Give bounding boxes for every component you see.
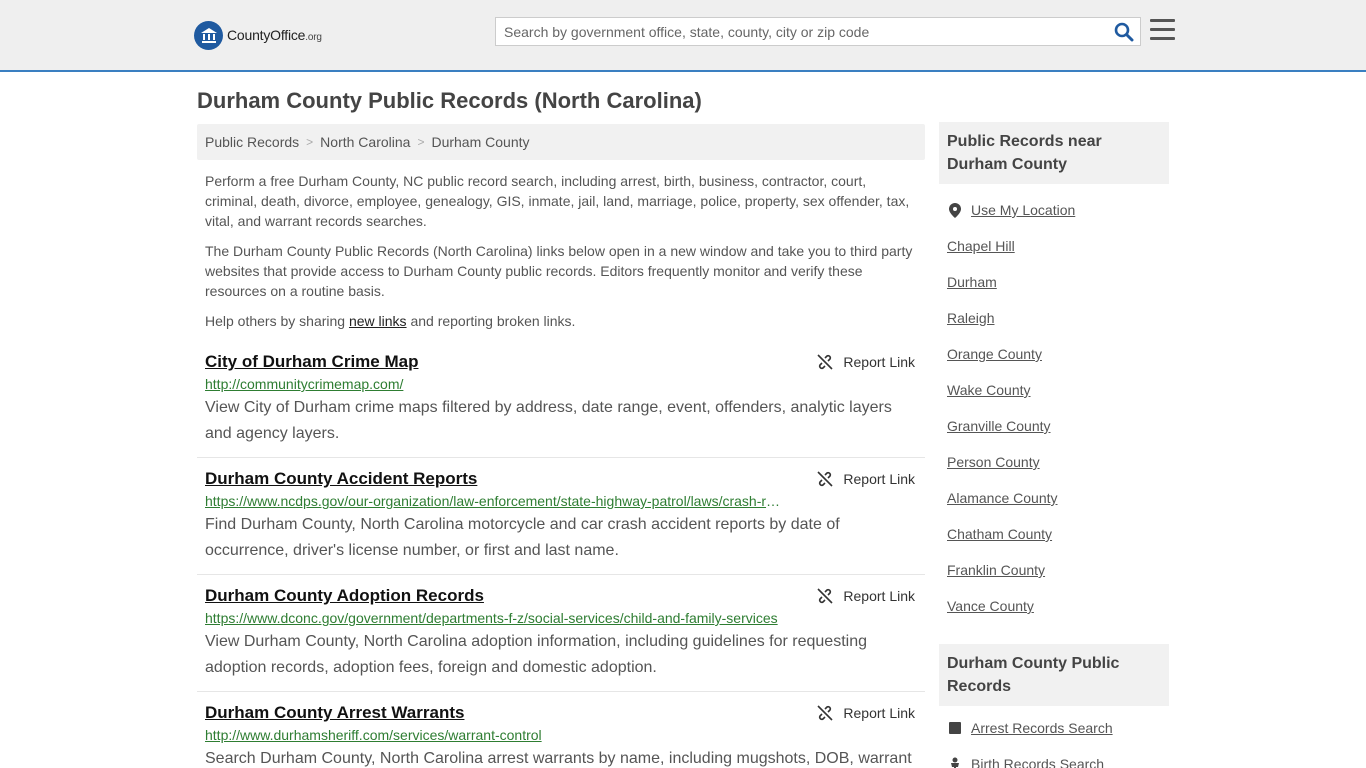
nearby-link[interactable]: Alamance County xyxy=(947,480,1161,516)
map-pin-icon xyxy=(947,202,963,218)
record-title-link[interactable]: Durham County Adoption Records xyxy=(205,585,484,607)
report-link-button[interactable]: Report Link xyxy=(817,702,915,724)
record-title-link[interactable]: City of Durham Crime Map xyxy=(205,351,418,373)
county-records-list: Arrest Records Search Birth Records Sear… xyxy=(939,706,1169,768)
intro-paragraph-3: Help others by sharing new links and rep… xyxy=(205,313,576,329)
main-content: Public Records > North Carolina > Durham… xyxy=(197,124,925,768)
square-icon xyxy=(947,722,963,734)
search-input[interactable] xyxy=(496,18,1106,45)
record-item: Durham County Arrest Warrants Report Lin… xyxy=(197,692,925,768)
record-description: Find Durham County, North Carolina motor… xyxy=(205,516,840,559)
nearby-link[interactable]: Raleigh xyxy=(947,300,1161,336)
logo-text: CountyOffice.org xyxy=(227,27,322,43)
broken-link-icon xyxy=(817,588,833,604)
nearby-link[interactable]: Chatham County xyxy=(947,516,1161,552)
nearby-heading: Public Records near Durham County xyxy=(939,122,1169,184)
record-item: City of Durham Crime Map Report Link htt… xyxy=(197,351,925,458)
record-title-link[interactable]: Durham County Arrest Warrants xyxy=(205,702,464,724)
breadcrumb-public-records[interactable]: Public Records xyxy=(205,134,299,150)
nearby-link[interactable]: Orange County xyxy=(947,336,1161,372)
breadcrumb: Public Records > North Carolina > Durham… xyxy=(197,124,925,160)
broken-link-icon xyxy=(817,354,833,370)
record-url-link[interactable]: https://www.ncdps.gov/our-organization/l… xyxy=(205,492,785,510)
breadcrumb-durham-county[interactable]: Durham County xyxy=(431,134,529,150)
nearby-link[interactable]: Vance County xyxy=(947,588,1161,624)
report-link-button[interactable]: Report Link xyxy=(817,468,915,490)
page-title: Durham County Public Records (North Caro… xyxy=(197,88,702,113)
record-url-link[interactable]: http://communitycrimemap.com/ xyxy=(205,375,785,393)
top-header: CountyOffice.org xyxy=(0,0,1366,72)
broken-link-icon xyxy=(817,471,833,487)
intro-text: Perform a free Durham County, NC public … xyxy=(197,171,925,331)
search-icon[interactable] xyxy=(1114,22,1134,42)
report-link-button[interactable]: Report Link xyxy=(817,351,915,373)
sidebar: Public Records near Durham County Use My… xyxy=(939,122,1169,768)
record-description: View Durham County, North Carolina adopt… xyxy=(205,633,867,676)
record-description: View City of Durham crime maps filtered … xyxy=(205,399,892,442)
nearby-link[interactable]: Granville County xyxy=(947,408,1161,444)
record-item: Durham County Adoption Records Report Li… xyxy=(197,575,925,692)
report-link-button[interactable]: Report Link xyxy=(817,585,915,607)
nearby-link[interactable]: Franklin County xyxy=(947,552,1161,588)
record-title-link[interactable]: Durham County Accident Reports xyxy=(205,468,477,490)
arrest-records-link[interactable]: Arrest Records Search xyxy=(947,710,1161,746)
birth-records-link[interactable]: Birth Records Search xyxy=(947,746,1161,768)
breadcrumb-separator: > xyxy=(417,135,425,149)
baby-icon xyxy=(947,757,963,768)
search-box xyxy=(495,17,1141,46)
broken-link-icon xyxy=(817,705,833,721)
new-links-link[interactable]: new links xyxy=(349,313,407,329)
nearby-list: Use My Location Chapel Hill Durham Ralei… xyxy=(939,184,1169,624)
breadcrumb-separator: > xyxy=(306,135,314,149)
breadcrumb-north-carolina[interactable]: North Carolina xyxy=(320,134,410,150)
intro-paragraph-2: The Durham County Public Records (North … xyxy=(205,243,913,299)
record-url-link[interactable]: http://www.durhamsheriff.com/services/wa… xyxy=(205,726,785,744)
nearby-link[interactable]: Person County xyxy=(947,444,1161,480)
record-item: Durham County Accident Reports Report Li… xyxy=(197,458,925,575)
nearby-link[interactable]: Durham xyxy=(947,264,1161,300)
intro-paragraph-1: Perform a free Durham County, NC public … xyxy=(205,173,910,229)
seal-icon xyxy=(194,20,223,50)
site-logo[interactable]: CountyOffice.org xyxy=(194,20,322,50)
nearby-link[interactable]: Chapel Hill xyxy=(947,228,1161,264)
county-records-heading: Durham County Public Records xyxy=(939,644,1169,706)
record-url-link[interactable]: https://www.dconc.gov/government/departm… xyxy=(205,609,785,627)
nearby-link[interactable]: Wake County xyxy=(947,372,1161,408)
use-my-location-link[interactable]: Use My Location xyxy=(947,192,1161,228)
hamburger-menu-icon[interactable] xyxy=(1150,19,1175,41)
record-description: Search Durham County, North Carolina arr… xyxy=(205,750,912,767)
